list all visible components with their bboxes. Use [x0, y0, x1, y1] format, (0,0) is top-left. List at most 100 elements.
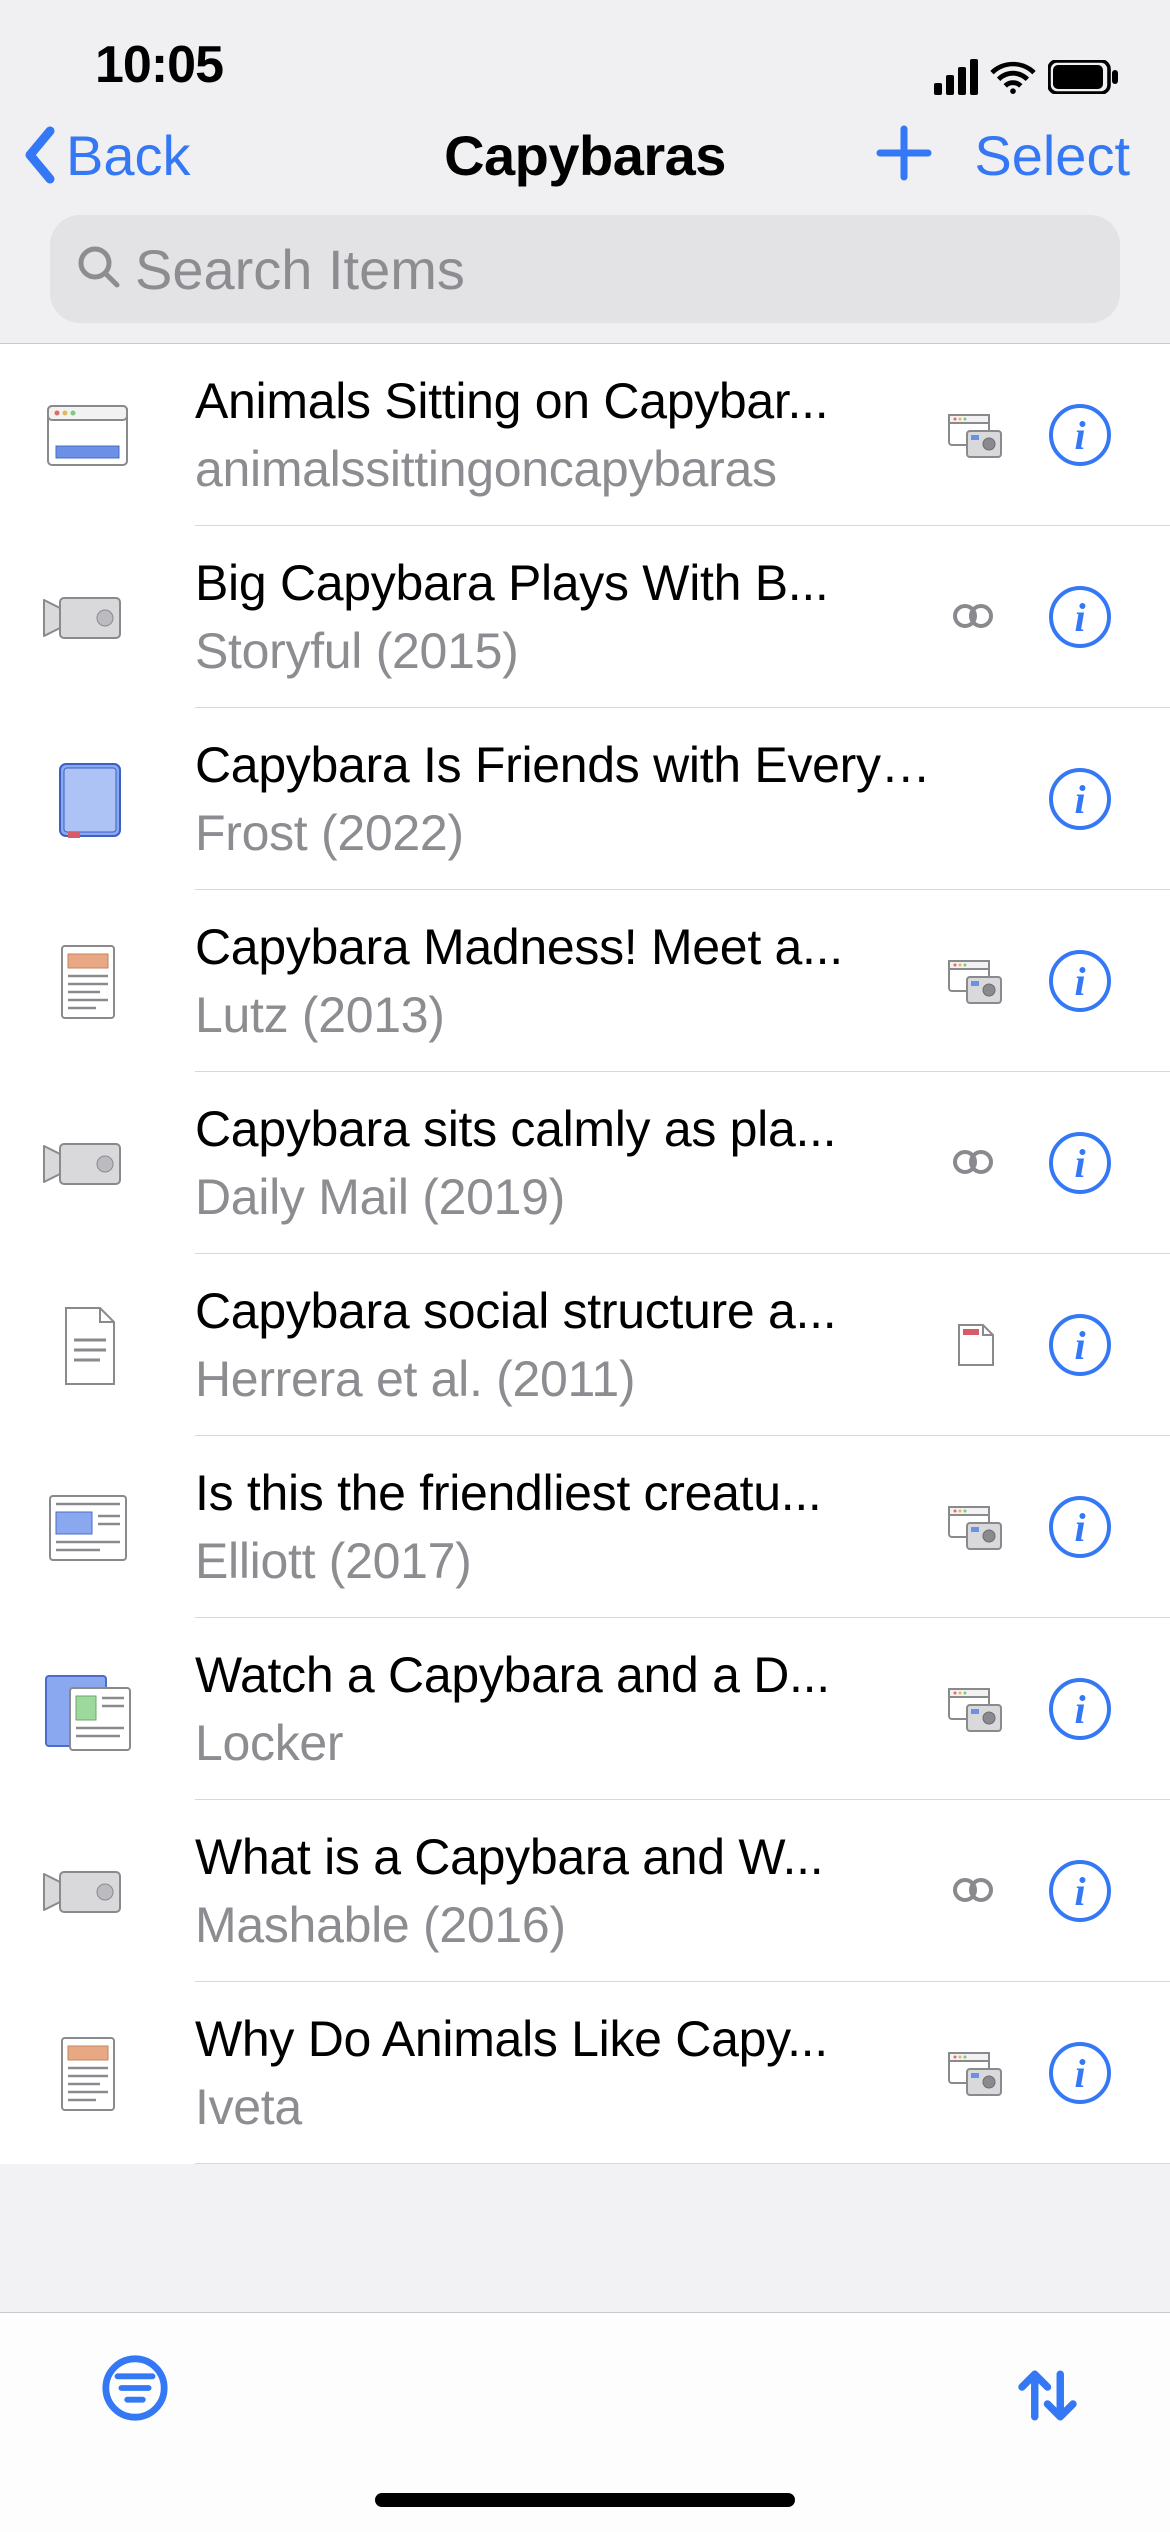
info-icon: i: [1049, 1678, 1111, 1740]
book-thumbnail-icon: [40, 752, 135, 847]
select-button[interactable]: Select: [974, 123, 1130, 188]
item-subtitle: Frost (2022): [195, 804, 935, 862]
info-icon: i: [1049, 404, 1111, 466]
list-item[interactable]: Is this the friendliest creatu... Elliott…: [0, 1436, 1170, 1618]
info-button[interactable]: i: [1040, 404, 1120, 466]
item-subtitle: Lutz (2013): [195, 986, 935, 1044]
page-title: Capybaras: [444, 124, 726, 187]
chevron-left-icon: [20, 125, 60, 185]
link-attachment-icon: [935, 1863, 1015, 1919]
video-thumbnail-icon: [40, 570, 135, 665]
search-input[interactable]: [135, 237, 1095, 302]
item-list[interactable]: Animals Sitting on Capybar... animalssitt…: [0, 344, 1170, 2164]
item-title: Is this the friendliest creatu...: [195, 1464, 935, 1522]
sort-button[interactable]: [1005, 2353, 1090, 2443]
info-button[interactable]: i: [1040, 586, 1120, 648]
item-text: Why Do Animals Like Capy... Iveta: [195, 2010, 935, 2136]
list-item[interactable]: Why Do Animals Like Capy... Iveta i: [0, 1982, 1170, 2164]
cellular-icon: [934, 59, 978, 95]
filter-button[interactable]: [100, 2353, 170, 2428]
info-icon: i: [1049, 1132, 1111, 1194]
list-item[interactable]: Capybara sits calmly as pla... Daily Mail…: [0, 1072, 1170, 1254]
item-title: Capybara Madness! Meet a...: [195, 918, 935, 976]
search-container: [0, 205, 1170, 343]
wifi-icon: [990, 60, 1036, 94]
status-bar: 10:05: [0, 0, 1170, 105]
info-button[interactable]: i: [1040, 1132, 1120, 1194]
news-thumbnail-icon: [40, 1480, 135, 1575]
back-label: Back: [66, 123, 191, 188]
item-text: Capybara Is Friends with Everyone Frost (…: [195, 736, 935, 862]
item-text: Capybara Madness! Meet a... Lutz (2013): [195, 918, 935, 1044]
info-icon: i: [1049, 1314, 1111, 1376]
item-text: What is a Capybara and W... Mashable (201…: [195, 1828, 935, 1954]
search-icon: [75, 243, 123, 296]
info-button[interactable]: i: [1040, 950, 1120, 1012]
link-attachment-icon: [935, 1135, 1015, 1191]
list-item[interactable]: Capybara Is Friends with Everyone Frost (…: [0, 708, 1170, 890]
item-title: Capybara Is Friends with Everyone: [195, 736, 935, 794]
info-button[interactable]: i: [1040, 1314, 1120, 1376]
back-button[interactable]: Back: [20, 123, 191, 188]
video-thumbnail-icon: [40, 1116, 135, 1211]
list-item[interactable]: What is a Capybara and W... Mashable (201…: [0, 1800, 1170, 1982]
add-button[interactable]: [874, 123, 934, 188]
item-subtitle: Herrera et al. (2011): [195, 1350, 935, 1408]
info-button[interactable]: i: [1040, 1678, 1120, 1740]
info-icon: i: [1049, 768, 1111, 830]
item-title: Capybara sits calmly as pla...: [195, 1100, 935, 1158]
item-text: Big Capybara Plays With B... Storyful (20…: [195, 554, 935, 680]
item-title: Why Do Animals Like Capy...: [195, 2010, 935, 2068]
item-title: Capybara social structure a...: [195, 1282, 935, 1340]
item-text: Is this the friendliest creatu... Elliott…: [195, 1464, 935, 1590]
link-attachment-icon: [935, 589, 1015, 645]
item-subtitle: Storyful (2015): [195, 622, 935, 680]
item-subtitle: animalssittingoncapybaras: [195, 440, 935, 498]
snapshot-attachment-icon: [935, 407, 1015, 463]
item-subtitle: Daily Mail (2019): [195, 1168, 935, 1226]
home-indicator: [375, 2493, 795, 2507]
webpage-thumbnail-icon: [40, 388, 135, 483]
item-title: Watch a Capybara and a D...: [195, 1646, 935, 1704]
item-title: Animals Sitting on Capybar...: [195, 372, 935, 430]
info-icon: i: [1049, 1496, 1111, 1558]
item-text: Animals Sitting on Capybar... animalssitt…: [195, 372, 935, 498]
navigation-bar: Back Capybaras Select: [0, 105, 1170, 205]
item-subtitle: Locker: [195, 1714, 935, 1772]
video-thumbnail-icon: [40, 1844, 135, 1939]
info-button[interactable]: i: [1040, 1860, 1120, 1922]
document-thumbnail-icon: [40, 1298, 135, 1393]
snapshot-attachment-icon: [935, 2045, 1015, 2101]
list-item[interactable]: Animals Sitting on Capybar... animalssitt…: [0, 344, 1170, 526]
item-subtitle: Iveta: [195, 2078, 935, 2136]
news-alt-thumbnail-icon: [40, 1662, 135, 1757]
status-indicators: [934, 59, 1120, 95]
item-title: What is a Capybara and W...: [195, 1828, 935, 1886]
article-thumbnail-icon: [40, 934, 135, 1029]
item-subtitle: Mashable (2016): [195, 1896, 935, 1954]
list-item[interactable]: Capybara Madness! Meet a... Lutz (2013) i: [0, 890, 1170, 1072]
item-title: Big Capybara Plays With B...: [195, 554, 935, 612]
item-subtitle: Elliott (2017): [195, 1532, 935, 1590]
item-text: Capybara sits calmly as pla... Daily Mail…: [195, 1100, 935, 1226]
info-button[interactable]: i: [1040, 1496, 1120, 1558]
item-text: Watch a Capybara and a D... Locker: [195, 1646, 935, 1772]
info-button[interactable]: i: [1040, 768, 1120, 830]
article-thumbnail-icon: [40, 2026, 135, 2121]
info-icon: i: [1049, 1860, 1111, 1922]
pdf-attachment-icon: [935, 1317, 1015, 1373]
info-icon: i: [1049, 950, 1111, 1012]
search-field[interactable]: [50, 215, 1120, 323]
snapshot-attachment-icon: [935, 953, 1015, 1009]
item-text: Capybara social structure a... Herrera et…: [195, 1282, 935, 1408]
status-time: 10:05: [95, 35, 223, 95]
info-icon: i: [1049, 586, 1111, 648]
snapshot-attachment-icon: [935, 1681, 1015, 1737]
battery-icon: [1048, 60, 1120, 94]
snapshot-attachment-icon: [935, 1499, 1015, 1555]
info-button[interactable]: i: [1040, 2042, 1120, 2104]
list-item[interactable]: Watch a Capybara and a D... Locker i: [0, 1618, 1170, 1800]
list-item[interactable]: Big Capybara Plays With B... Storyful (20…: [0, 526, 1170, 708]
list-item[interactable]: Capybara social structure a... Herrera et…: [0, 1254, 1170, 1436]
info-icon: i: [1049, 2042, 1111, 2104]
